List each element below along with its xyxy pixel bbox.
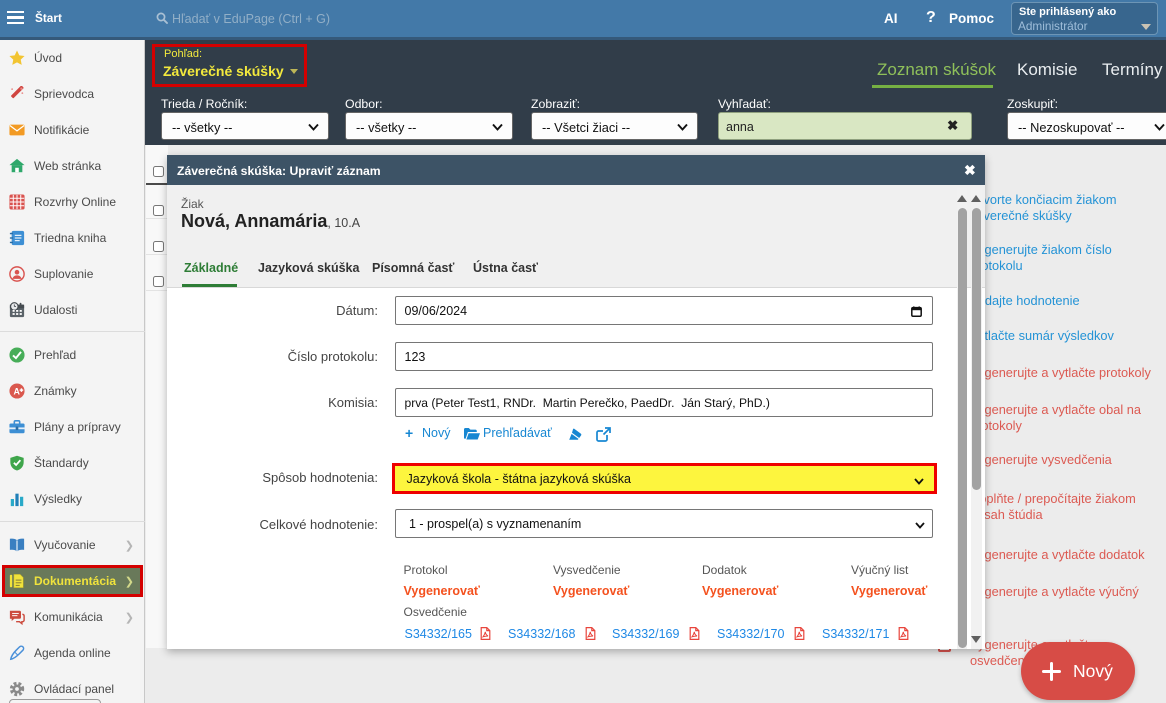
svg-text:A: A	[13, 387, 20, 397]
